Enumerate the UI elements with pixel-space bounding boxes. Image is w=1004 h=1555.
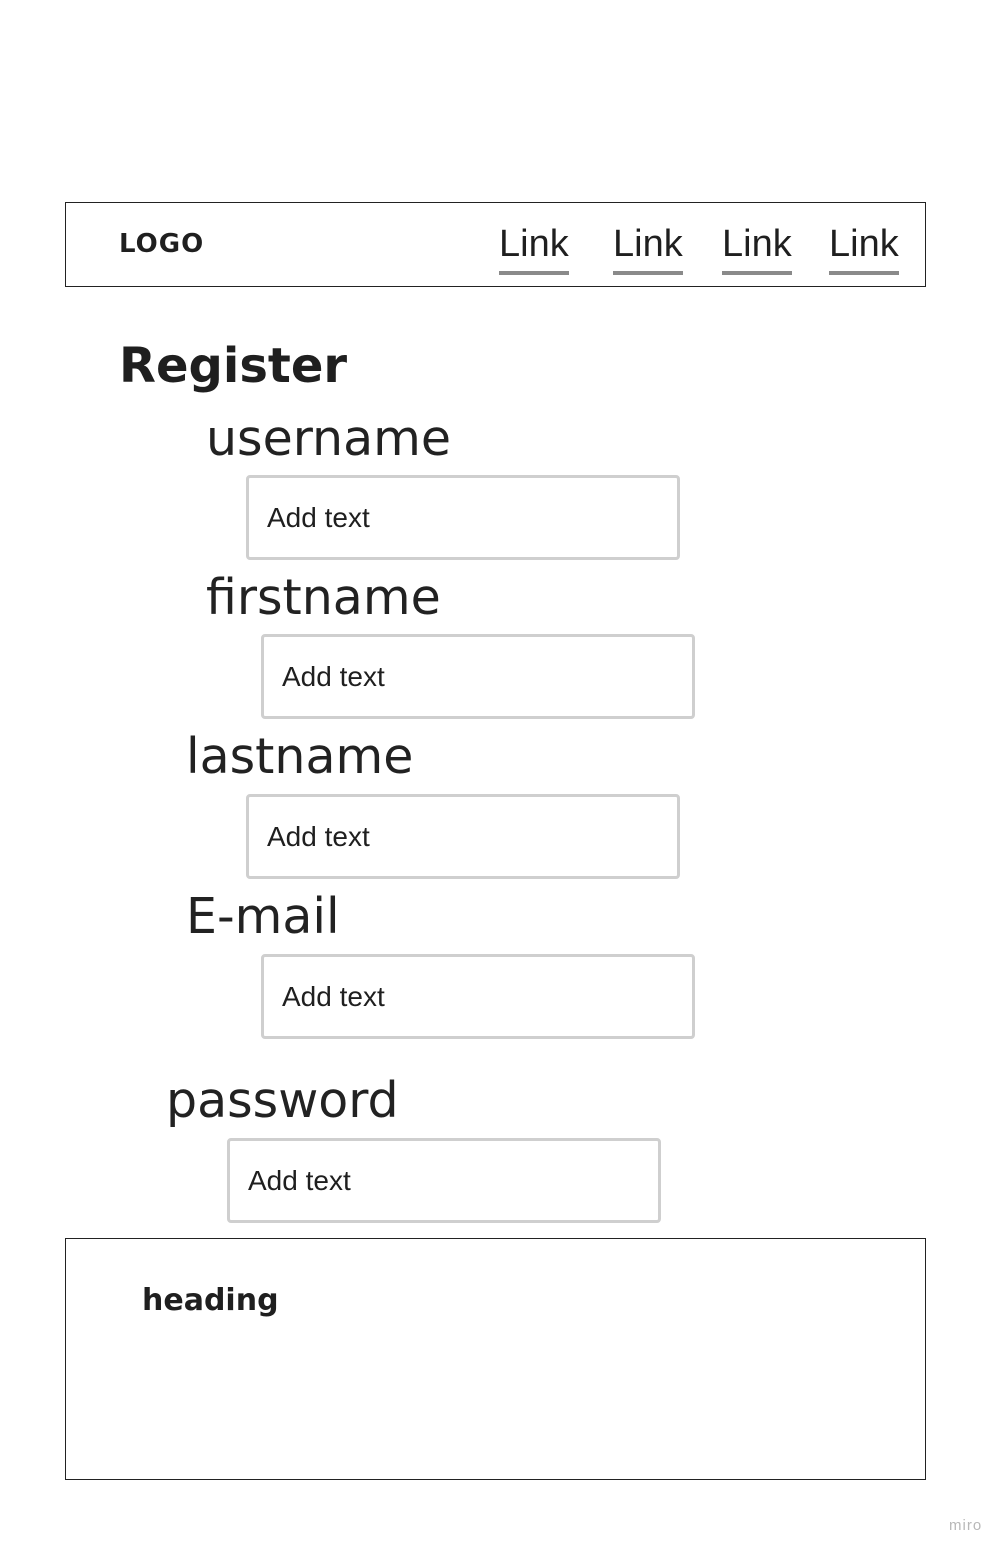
username-input[interactable]	[246, 475, 680, 560]
page-title: Register	[119, 338, 348, 394]
footer-box: heading	[65, 1238, 926, 1480]
logo[interactable]: LOGO	[119, 229, 204, 259]
firstname-label: firstname	[206, 569, 441, 626]
lastname-input[interactable]	[246, 794, 680, 879]
footer-heading: heading	[142, 1283, 279, 1318]
email-input[interactable]	[261, 954, 695, 1039]
username-label: username	[206, 410, 451, 467]
nav-link-4[interactable]: Link	[829, 223, 899, 275]
password-label: password	[166, 1072, 399, 1129]
password-input[interactable]	[227, 1138, 661, 1223]
firstname-input[interactable]	[261, 634, 695, 719]
nav-link-3[interactable]: Link	[722, 223, 792, 275]
email-label: E-mail	[186, 888, 340, 945]
nav-link-1[interactable]: Link	[499, 223, 569, 275]
lastname-label: lastname	[186, 728, 414, 785]
header-bar: LOGO Link Link Link Link	[65, 202, 926, 287]
miro-watermark: miro	[949, 1517, 983, 1534]
nav-link-2[interactable]: Link	[613, 223, 683, 275]
